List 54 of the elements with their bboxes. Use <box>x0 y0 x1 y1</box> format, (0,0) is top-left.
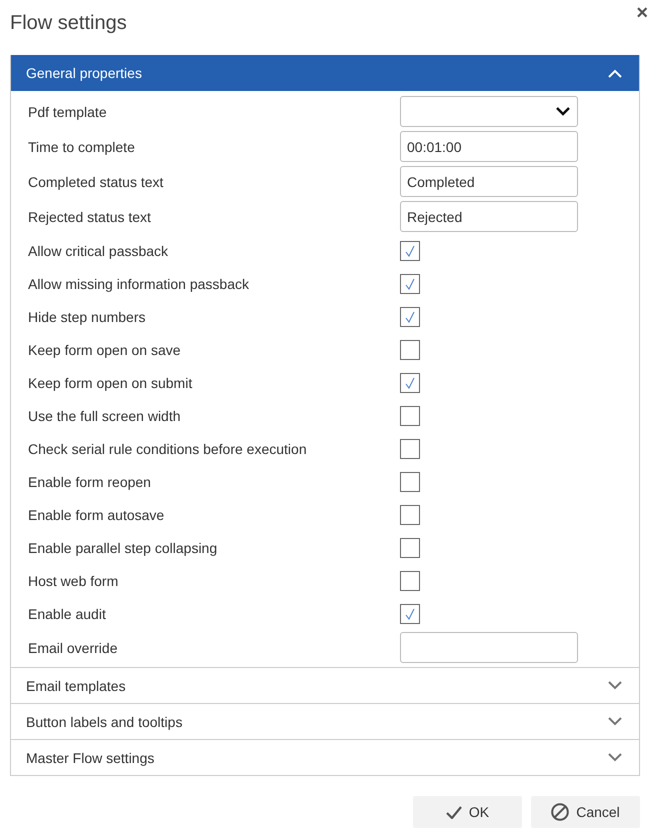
checkbox[interactable] <box>400 438 420 458</box>
checkmark-icon <box>404 278 416 290</box>
field-label: Allow missing information passback <box>28 276 250 292</box>
chevron-down-icon <box>556 107 570 116</box>
close-button[interactable]: × <box>636 3 648 23</box>
checkmark-icon <box>404 376 416 388</box>
checkbox[interactable] <box>400 604 420 624</box>
field-label: Email override <box>28 640 118 656</box>
input-field[interactable]: 00:01:00 <box>400 131 578 162</box>
section-header[interactable]: General properties <box>11 55 639 91</box>
field-label: Allow critical passback <box>28 242 170 258</box>
checkbox[interactable] <box>400 240 420 260</box>
field-label: Time to complete <box>28 138 136 154</box>
field-label: Check serial rule conditions before execution <box>28 440 308 456</box>
field-label: Pdf template <box>28 104 108 120</box>
chevron-down-icon <box>608 717 622 726</box>
cancel-button[interactable]: Cancel <box>531 796 640 828</box>
input-field[interactable]: Completed <box>400 166 578 197</box>
section-header[interactable]: Email templates <box>11 668 639 703</box>
input-field[interactable] <box>400 632 578 663</box>
checkmark-icon <box>446 806 462 818</box>
chevron-down-icon <box>608 681 622 690</box>
checkbox[interactable] <box>400 340 420 360</box>
chevron-down-icon <box>608 753 622 762</box>
field-label: Completed status text <box>28 174 164 190</box>
checkbox[interactable] <box>400 538 420 558</box>
field-label: Use the full screen width <box>28 408 182 424</box>
checkmark-icon <box>404 244 416 256</box>
checkbox[interactable] <box>400 406 420 426</box>
prohibited-icon <box>551 803 570 821</box>
checkbox[interactable] <box>400 274 420 294</box>
checkbox[interactable] <box>400 372 420 392</box>
dropdown-field[interactable] <box>400 96 578 127</box>
field-label: Enable audit <box>28 606 107 622</box>
field-label: Keep form open on submit <box>28 374 194 390</box>
section-header[interactable]: Master Flow settings <box>11 740 639 775</box>
field-label: Rejected status text <box>28 208 152 224</box>
checkbox[interactable] <box>400 306 420 326</box>
ok-button[interactable]: OK <box>413 796 522 828</box>
field-label: Hide step numbers <box>28 308 147 324</box>
section-header[interactable]: Button labels and tooltips <box>11 704 639 739</box>
field-label: Enable form reopen <box>28 474 152 490</box>
field-label: Keep form open on save <box>28 342 182 358</box>
field-label: Enable form autosave <box>28 506 166 522</box>
chevron-up-icon <box>608 68 622 78</box>
checkbox[interactable] <box>400 472 420 492</box>
checkmark-icon <box>404 608 416 620</box>
checkbox[interactable] <box>400 504 420 524</box>
input-field[interactable]: Rejected <box>400 201 578 232</box>
field-label: Enable parallel step collapsing <box>28 540 218 556</box>
checkmark-icon <box>404 310 416 322</box>
checkbox[interactable] <box>400 570 420 590</box>
field-label: Host web form <box>28 572 120 588</box>
dialog-title: Flow settings <box>10 12 127 35</box>
